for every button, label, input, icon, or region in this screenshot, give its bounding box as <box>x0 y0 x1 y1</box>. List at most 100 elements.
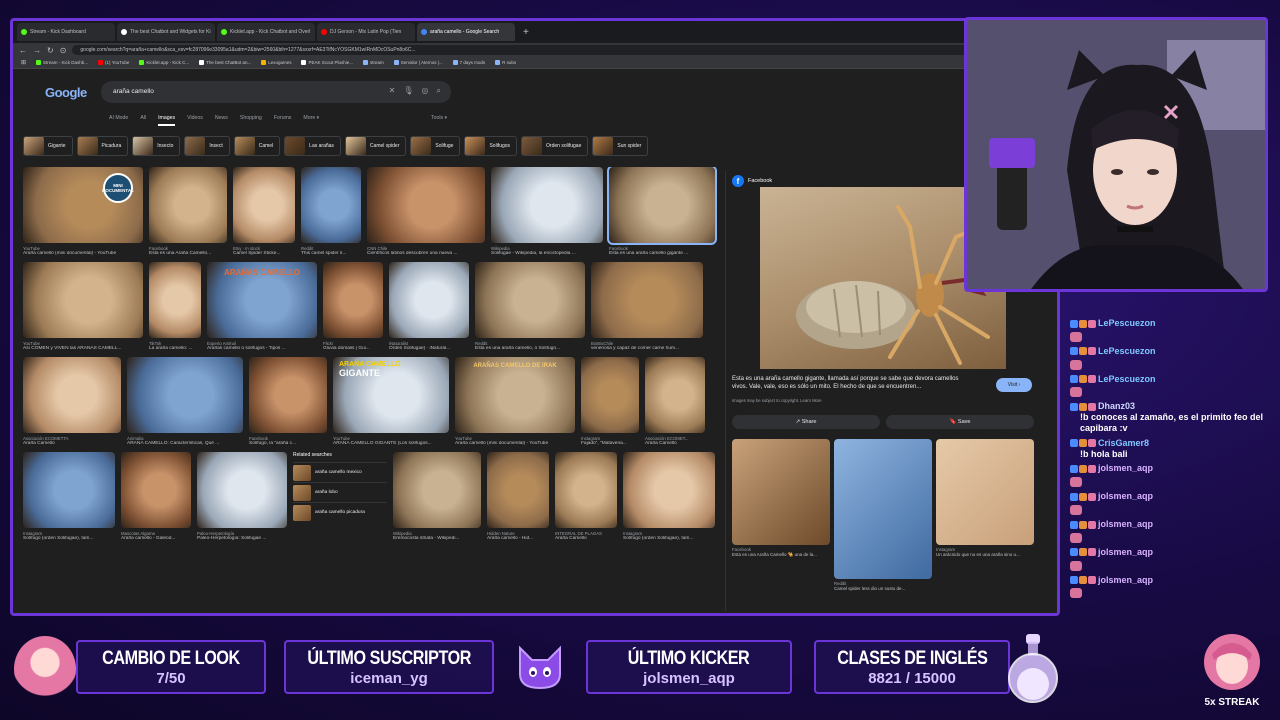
related-search-item[interactable]: araña camello picadura <box>293 502 387 522</box>
save-button[interactable]: 🔖 Save <box>886 415 1034 429</box>
search-tab[interactable]: AI Mode <box>109 115 128 126</box>
search-input[interactable]: araña camello ✕ 🎙 ◎ ⌕ <box>101 81 451 103</box>
search-tab[interactable]: Images <box>158 115 176 126</box>
image-result[interactable]: BioBioChile venenosa y capaz de comer car… <box>591 262 703 351</box>
browser-tab[interactable]: DJ Gerson - Mix Latin Pop (Tien <box>317 23 415 41</box>
bookmark-item[interactable]: Kicklet.app - Kick C... <box>139 60 189 65</box>
image-result[interactable]: Instagram Solífugo (orden Solifugae), tam… <box>623 452 715 541</box>
image-result[interactable]: Mascotas Algama Araña camello - Galeod... <box>121 452 191 541</box>
bookmark-item[interactable]: The best ChatBot an... <box>199 60 251 65</box>
image-result[interactable]: YouTube Así COMEN y VIVEN las ARAÑAS CAME… <box>23 262 143 351</box>
chat-username[interactable]: jolsmen_aqp <box>1098 491 1153 501</box>
bookmark-item[interactable]: Lexogames <box>261 60 291 65</box>
refine-chip[interactable]: Sun spider <box>592 136 649 156</box>
search-tab[interactable]: Forums <box>274 115 292 126</box>
image-result[interactable]: Facebook Solífugo, la "araña c... <box>249 357 327 446</box>
refine-chip[interactable]: Insect <box>184 136 230 156</box>
chat-username[interactable]: jolsmen_aqp <box>1098 547 1153 557</box>
search-tab[interactable]: More ▾ <box>303 115 319 126</box>
browser-tab[interactable]: Stream - Kick Dashboard <box>17 23 115 41</box>
image-result[interactable]: Etsy · In stock Camel Spider Sticke... <box>233 167 295 256</box>
chat-username[interactable]: jolsmen_aqp <box>1098 463 1153 473</box>
bookmark-item[interactable]: Stream - Kick Dashb... <box>36 60 88 65</box>
image-result[interactable]: Facebook Esta es una araña camello gigant… <box>607 167 717 256</box>
related-search-item[interactable]: araña camello mexico <box>293 462 387 482</box>
image-result[interactable]: INTEGRAL DE PLAGAS Araña Camello <box>555 452 617 541</box>
share-button[interactable]: ↗ Share <box>732 415 880 429</box>
chat-username[interactable]: jolsmen_aqp <box>1098 519 1153 529</box>
search-tab[interactable]: Shopping <box>240 115 262 126</box>
search-icon[interactable]: ⌕ <box>437 86 441 96</box>
refine-chip[interactable]: Insecto <box>132 136 181 156</box>
image-result[interactable]: Asociación ECOMET... Araña Camello <box>645 357 705 446</box>
visit-button[interactable]: Visit › <box>996 378 1032 392</box>
image-result[interactable]: CNN Chile Científicos latinos descubren u… <box>367 167 485 256</box>
bookmark-item[interactable]: PEAK Scout Plushie... <box>301 60 353 65</box>
bookmark-item[interactable]: R subs <box>495 60 516 65</box>
image-result[interactable]: TikTok La araña camello: ... <box>149 262 201 351</box>
microphone-icon[interactable]: 🎙 <box>403 86 413 96</box>
bookmark-item[interactable]: 7 days mods <box>452 60 485 65</box>
image-result[interactable]: MINI DOCUMENTAL YouTube Araña camello (min… <box>23 167 143 256</box>
bookmark-item[interactable]: stream <box>363 60 384 65</box>
chat-username[interactable]: LePescuezon <box>1098 346 1156 356</box>
chat-username[interactable]: LePescuezon <box>1098 374 1156 384</box>
chat-username[interactable]: CrisGamer8 <box>1098 438 1149 448</box>
chip-thumbnail <box>234 137 255 155</box>
image-result[interactable]: Reddit This camel spider s... <box>301 167 361 256</box>
tools-menu[interactable]: Tools ▾ <box>431 115 447 121</box>
image-result[interactable]: Paleo-Herpetología Paleo-Herpetología: So… <box>197 452 287 541</box>
browser-tab[interactable]: Kicklet.app - Kick Chatbot and Overl <box>217 23 315 41</box>
search-tab[interactable]: All <box>140 115 146 126</box>
image-result[interactable]: ARAÑAS CAMELLO DE IRAK YouTube Araña camel… <box>455 357 575 446</box>
bookmark-icon <box>139 60 145 65</box>
url-field[interactable]: google.com/search?q=araña+camello&sca_es… <box>72 45 1038 55</box>
image-result[interactable]: Facebook Esta es una Araña Camello... <box>149 167 227 256</box>
refine-chip[interactable]: Camel <box>233 136 281 156</box>
forward-icon[interactable]: → <box>33 46 41 55</box>
browser-tab[interactable]: The best Chatbot and Widgets for Ki <box>117 23 215 41</box>
bookmark-item[interactable]: Servidor | Aternos |... <box>393 60 443 65</box>
browser-tab[interactable]: araña camello - Google Search <box>417 23 515 41</box>
google-logo[interactable]: Google <box>45 85 87 100</box>
image-result[interactable]: Animalia ARAÑA CAMELLO: Características, … <box>127 357 243 446</box>
refine-chip[interactable]: Gigante <box>23 136 73 156</box>
image-result[interactable]: Instagram Solífugo (orden Solifugae), tam… <box>23 452 115 541</box>
preview-source[interactable]: f Facebook <box>732 175 772 187</box>
bookmark-icon <box>301 60 307 65</box>
copyright-note[interactable]: Images may be subject to copyright. Lear… <box>732 398 822 403</box>
image-result[interactable]: Reddit Esta es una araña camello, o Solíf… <box>475 262 585 351</box>
site-info-icon[interactable]: ⊙ <box>60 46 67 55</box>
image-result[interactable]: Asociación ECOMETTA Araña Camello <box>23 357 121 446</box>
clear-icon[interactable]: ✕ <box>389 86 396 96</box>
preview-related-image[interactable]: Instagram Un arácnido que no es una araña… <box>936 439 1034 591</box>
refine-chip[interactable]: Camel spider <box>344 136 407 156</box>
image-result[interactable]: ARAÑA CAMELLO GIGANTE YouTube ARAÑA CAMELLO… <box>333 357 449 446</box>
chat-username[interactable]: jolsmen_aqp <box>1098 575 1153 585</box>
image-result[interactable]: Flickr Gluvia dorsalis | Gui... <box>323 262 383 351</box>
search-tab[interactable]: News <box>215 115 228 126</box>
preview-related-image[interactable]: Facebook Esta es una Araña Camello 🐪 una … <box>732 439 830 591</box>
image-result[interactable]: iNaturalist Orden Solifugae) · iNatural..… <box>389 262 469 351</box>
image-result[interactable]: Wikipedia Eremocosta striata - Wikipedi..… <box>393 452 481 541</box>
chat-username[interactable]: LePescuezon <box>1098 318 1156 328</box>
image-result[interactable]: ARAÑAS CAMELLO Experto Animal Arañas camel… <box>207 262 317 351</box>
search-tab[interactable]: Videos <box>187 115 203 126</box>
image-result[interactable]: Instagram Fajado", "Matavena... <box>581 357 639 446</box>
bookmark-item[interactable]: (1) YouTube <box>98 60 129 65</box>
refine-chip[interactable]: Solifugos <box>464 136 518 156</box>
preview-related-image[interactable]: Reddit Camel spider less dio un susto de.… <box>834 439 932 591</box>
back-icon[interactable]: ← <box>19 46 27 55</box>
refine-chip[interactable]: Picadura <box>76 136 129 156</box>
image-result[interactable]: Hidden Nature Araña camello - Hid... <box>487 452 549 541</box>
lens-icon[interactable]: ◎ <box>422 86 429 96</box>
apps-icon[interactable]: ⊞ <box>21 59 26 66</box>
reload-icon[interactable]: ↻ <box>47 46 54 55</box>
chat-username[interactable]: Dhanz03 <box>1098 401 1135 411</box>
image-result[interactable]: Wikipedia Solifugae - Wikipedia, la encic… <box>491 167 603 256</box>
refine-chip[interactable]: Orden solifugae <box>521 136 589 156</box>
refine-chip[interactable]: Solifuge <box>410 136 461 156</box>
related-search-item[interactable]: araña lobo <box>293 482 387 502</box>
refine-chip[interactable]: Las arañas <box>284 136 341 156</box>
new-tab-icon[interactable]: + <box>517 27 535 38</box>
